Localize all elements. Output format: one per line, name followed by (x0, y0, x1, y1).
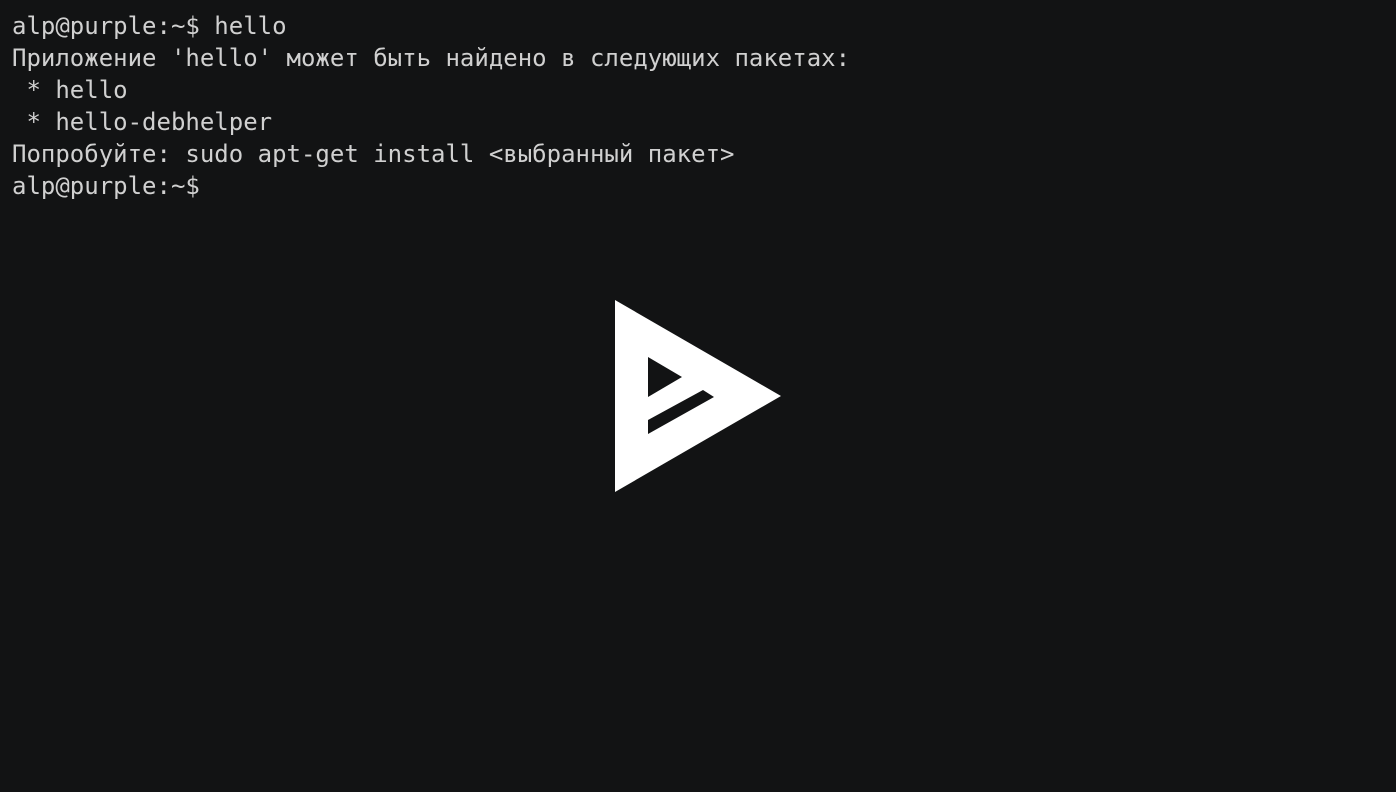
play-button[interactable] (614, 300, 782, 493)
terminal-line-prompt-command: alp@purple:~$ hello (12, 12, 287, 40)
terminal-line-install-hint: Попробуйте: sudo apt-get install <выбран… (12, 140, 735, 168)
terminal-line-not-found-message: Приложение 'hello' может быть найдено в … (12, 44, 851, 72)
terminal-line-package-hello: * hello (12, 76, 128, 104)
terminal-line-package-hello-debhelper: * hello-debhelper (12, 108, 273, 136)
asciinema-play-icon (615, 300, 781, 492)
terminal-line-prompt: alp@purple:~$ (12, 172, 215, 200)
